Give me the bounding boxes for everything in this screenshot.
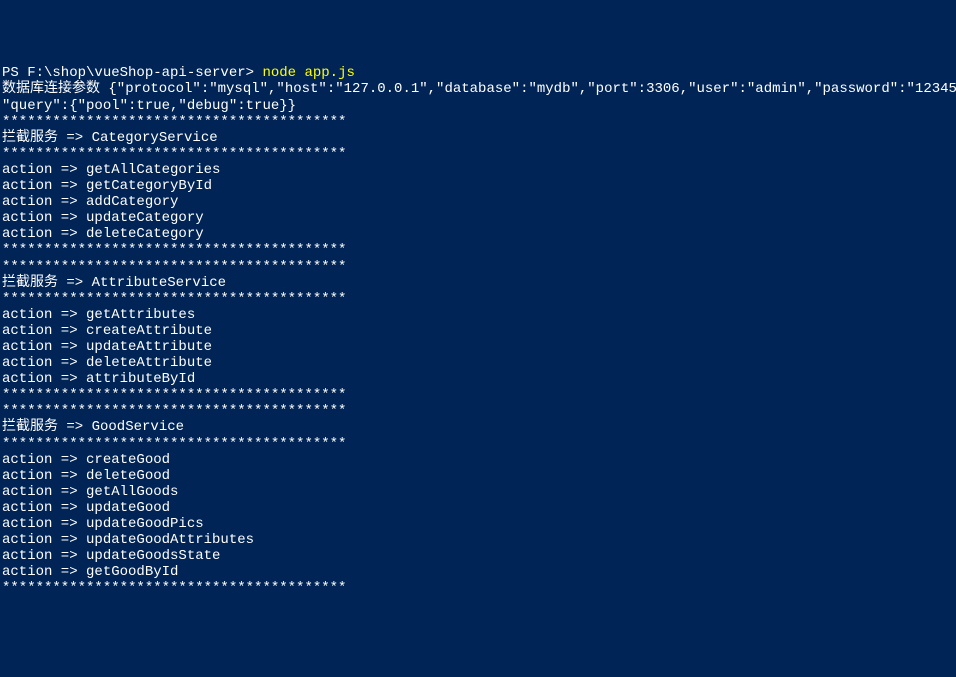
output-line: action => updateGoodsState	[2, 548, 954, 564]
output-line: action => attributeById	[2, 371, 954, 387]
output-line: action => getGoodById	[2, 564, 954, 580]
output-line: 拦截服务 => CategoryService	[2, 130, 954, 146]
output-line: action => createAttribute	[2, 323, 954, 339]
output-line: action => updateGoodPics	[2, 516, 954, 532]
command-text: node app.js	[262, 65, 354, 81]
output-line: ****************************************…	[2, 436, 954, 452]
output-line: ****************************************…	[2, 403, 954, 419]
output-line: action => addCategory	[2, 194, 954, 210]
output-line: 数据库连接参数 {"protocol":"mysql","host":"127.…	[2, 81, 954, 97]
terminal-output[interactable]: PS F:\shop\vueShop-api-server> node app.…	[2, 65, 954, 596]
output-line: action => getAllCategories	[2, 162, 954, 178]
output-line: ****************************************…	[2, 242, 954, 258]
output-line: action => updateGoodAttributes	[2, 532, 954, 548]
output-line: "query":{"pool":true,"debug":true}}	[2, 98, 954, 114]
output-line: action => deleteCategory	[2, 226, 954, 242]
output-line: action => deleteAttribute	[2, 355, 954, 371]
prompt-line: PS F:\shop\vueShop-api-server> node app.…	[2, 65, 954, 81]
output-line: action => getCategoryById	[2, 178, 954, 194]
shell-prompt: PS F:\shop\vueShop-api-server>	[2, 65, 262, 81]
output-line: action => getAllGoods	[2, 484, 954, 500]
output-line: action => getAttributes	[2, 307, 954, 323]
output-line: action => updateAttribute	[2, 339, 954, 355]
output-line: ****************************************…	[2, 291, 954, 307]
output-line: action => createGood	[2, 452, 954, 468]
output-line: action => updateGood	[2, 500, 954, 516]
output-line: 拦截服务 => GoodService	[2, 419, 954, 435]
output-line: ****************************************…	[2, 259, 954, 275]
output-line: ****************************************…	[2, 580, 954, 596]
output-line: action => deleteGood	[2, 468, 954, 484]
output-line: ****************************************…	[2, 114, 954, 130]
output-line: ****************************************…	[2, 146, 954, 162]
output-line: action => updateCategory	[2, 210, 954, 226]
output-line: 拦截服务 => AttributeService	[2, 275, 954, 291]
output-line: ****************************************…	[2, 387, 954, 403]
